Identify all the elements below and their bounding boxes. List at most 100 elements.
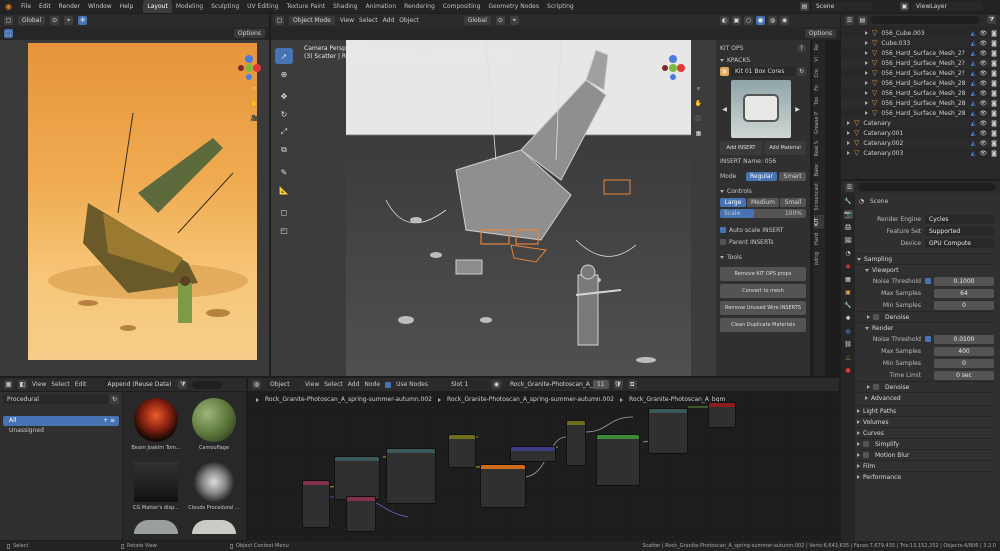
camera-render-icon[interactable]: ◙ <box>991 50 997 57</box>
mode-regular-button[interactable]: Regular <box>746 172 778 181</box>
viewport-menu-select[interactable]: Select <box>359 17 378 24</box>
viewport-camera-icon[interactable]: 🎥 <box>694 114 703 123</box>
simplify-panel[interactable]: Simplify <box>857 438 994 449</box>
material-name-field[interactable]: Rock_Granite-Photoscan_A_bqm <box>505 380 606 389</box>
viewport-nav-gizmo[interactable] <box>659 54 687 82</box>
select-box-icon[interactable]: ⬚ <box>4 29 13 38</box>
pivot-icon[interactable]: ⊙ <box>50 16 60 25</box>
menu-file[interactable]: File <box>17 0 35 13</box>
add-insert-button[interactable]: Add INSERT <box>720 141 762 155</box>
viewport-options-button[interactable]: Options <box>804 29 836 38</box>
visibility-icon[interactable]: 👁 <box>980 60 988 67</box>
clean-materials-button[interactable]: Clean Duplicate Materials <box>720 318 806 332</box>
light-paths-panel[interactable]: Light Paths <box>857 405 994 416</box>
menu-render[interactable]: Render <box>55 0 84 13</box>
motion-blur-checkbox[interactable] <box>863 452 869 458</box>
camera-render-icon[interactable]: ◙ <box>991 130 997 137</box>
viewport-snap-icon[interactable]: ⌖ <box>509 16 519 25</box>
tab-rendering[interactable]: Rendering <box>400 0 439 13</box>
node-mix-b[interactable] <box>566 420 586 466</box>
outliner-item[interactable]: ▽ Catenary.002 ◭ 👁 ◙ <box>841 138 1000 148</box>
asset-item-beam[interactable]: Beam Joakim Tom... <box>129 398 183 451</box>
fake-user-icon[interactable]: 🛡 <box>613 380 623 389</box>
asset-menu-edit[interactable]: Edit <box>75 381 87 388</box>
feature-set-dropdown[interactable]: Supported <box>925 226 994 236</box>
import-type-dropdown[interactable]: Append (Reuse Data) <box>103 380 174 389</box>
outliner-item-label[interactable]: 056_Hard_Surface_Mesh_2? <box>881 50 967 57</box>
view-layer-selector[interactable]: ViewLayer <box>912 2 982 11</box>
display-mode-icon[interactable]: ▤ <box>858 15 867 25</box>
outliner-item[interactable]: ▽ Catenary.003 ◭ 👁 ◙ <box>841 148 1000 158</box>
tab-shading[interactable]: Shading <box>329 0 361 13</box>
tool-add-cube[interactable]: ◻ <box>275 204 293 220</box>
catalog-all[interactable]: All + ≡ <box>3 416 119 426</box>
expand-icon[interactable] <box>847 141 850 145</box>
outliner-item-label[interactable]: 056_Hard_Surface_Mesh_2? <box>881 60 967 67</box>
visibility-icon[interactable]: 👁 <box>980 90 988 97</box>
sidebar-tab-real-s[interactable]: Real S <box>814 137 824 160</box>
outliner-item[interactable]: ▽ 056_Hard_Surface_Mesh_28 ◭ 👁 ◙ <box>841 88 1000 98</box>
node-principled[interactable] <box>596 434 640 486</box>
outliner-item-label[interactable]: Catenary <box>863 120 967 127</box>
sidebar-tab-re[interactable]: Re <box>814 40 824 54</box>
node-group[interactable] <box>648 408 688 454</box>
scene-tab-icon[interactable]: ◔ <box>844 249 853 258</box>
camera-icon[interactable]: 🎥 <box>250 114 259 123</box>
asset-editor-icon[interactable]: ▦ <box>4 380 13 389</box>
r-time-field[interactable]: 0 sec <box>934 370 994 380</box>
render-subpanel[interactable]: Render <box>857 322 994 333</box>
sidebar-tab-screencast[interactable]: Screencast <box>814 179 824 214</box>
tab-modeling[interactable]: Modeling <box>172 0 207 13</box>
viewport-hand-icon[interactable]: ✋ <box>694 99 703 108</box>
expand-icon[interactable] <box>865 101 868 105</box>
outliner-item[interactable]: ▽ Catenary ◭ 👁 ◙ <box>841 118 1000 128</box>
orientation-dropdown[interactable]: Global <box>18 16 46 25</box>
node-menu-add[interactable]: Add <box>348 381 360 388</box>
sidebar-tab-cre[interactable]: Cre <box>814 65 824 81</box>
asset-search[interactable] <box>192 380 223 389</box>
outliner-item-label[interactable]: Catenary.002 <box>863 140 967 147</box>
xray-icon[interactable]: ▣ <box>732 16 741 25</box>
library-dropdown[interactable]: Procedural <box>3 395 108 404</box>
node-image-a[interactable] <box>346 496 376 532</box>
overlay-icon[interactable]: ◐ <box>720 16 729 25</box>
simplify-checkbox[interactable] <box>863 441 869 447</box>
visibility-icon[interactable]: 👁 <box>980 110 988 117</box>
tab-compositing[interactable]: Compositing <box>439 0 485 13</box>
vp-noise-field[interactable]: 0.1000 <box>934 276 994 286</box>
object-tab-icon[interactable]: ▣ <box>844 288 853 297</box>
outliner-search[interactable] <box>871 16 980 24</box>
device-dropdown[interactable]: GPU Compute <box>925 238 994 248</box>
sidebar-tab-grease-pencil[interactable]: Grease P <box>814 108 824 138</box>
size-small-button[interactable]: Small <box>780 198 806 207</box>
expand-icon[interactable] <box>865 91 868 95</box>
material-browse-icon[interactable]: ◉ <box>491 380 501 389</box>
expand-icon[interactable] <box>865 31 868 35</box>
shading-wire-icon[interactable]: ○ <box>744 16 753 25</box>
visibility-icon[interactable]: 👁 <box>980 80 988 87</box>
expand-icon[interactable] <box>847 131 850 135</box>
outliner-item-label[interactable]: 056_Cube.003 <box>881 30 967 37</box>
camera-render-icon[interactable]: ◙ <box>991 90 997 97</box>
node-menu-node[interactable]: Node <box>364 381 380 388</box>
r-noise-checkbox[interactable] <box>925 336 931 342</box>
editor-type-icon[interactable]: ▢ <box>4 16 13 25</box>
size-large-button[interactable]: Large <box>720 198 746 207</box>
mode-smart-button[interactable]: Smart <box>779 172 806 181</box>
camera-render-icon[interactable]: ◙ <box>991 140 997 147</box>
convert-mesh-button[interactable]: Convert to mesh <box>720 284 806 298</box>
view-layer-icon[interactable]: ▣ <box>900 2 909 11</box>
auto-scale-checkbox[interactable] <box>720 227 726 233</box>
tool-transform[interactable]: ⧉ <box>275 142 293 158</box>
particles-tab-icon[interactable]: ✺ <box>844 314 853 323</box>
node-texcoord[interactable] <box>302 480 330 528</box>
slot-dropdown[interactable]: Slot 1 <box>446 380 487 389</box>
visibility-icon[interactable]: 👁 <box>980 40 988 47</box>
vp-denoise-subpanel[interactable]: Denoise <box>857 311 994 322</box>
r-noise-field[interactable]: 0.0100 <box>934 334 994 344</box>
hand-icon[interactable]: ✋ <box>250 99 259 108</box>
r-min-field[interactable]: 0 <box>934 358 994 368</box>
asset-item-cg-matter[interactable]: CG Matter's disp... <box>129 462 183 511</box>
camera-render-icon[interactable]: ◙ <box>991 110 997 117</box>
mode-dropdown[interactable]: Object Mode <box>289 16 335 25</box>
